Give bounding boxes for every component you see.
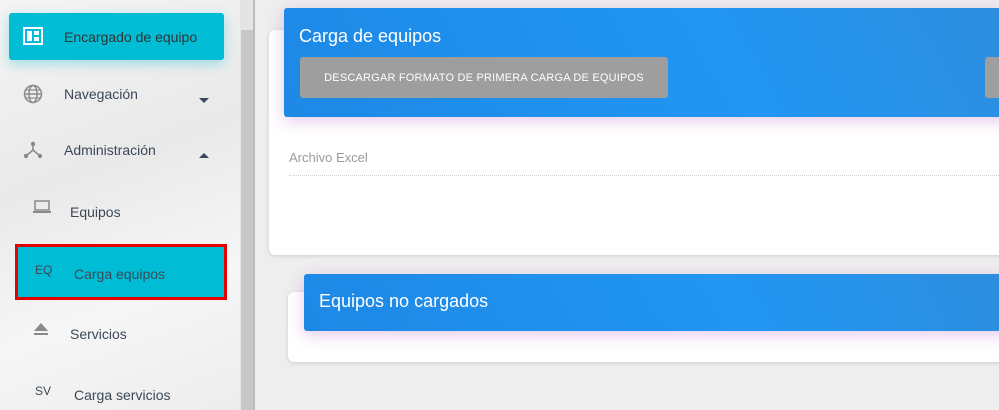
main-content: Carga de equipos DESCARGAR FORMATO DE PR… [255,0,999,410]
eject-icon [33,322,49,339]
sidebar-item-encargado-de-equipo[interactable]: Encargado de equipo [9,13,224,60]
sidebar-item-navegacion[interactable]: Navegación [9,70,224,118]
sidebar-subitem-label: Equipos [70,204,121,220]
sidebar: Encargado de equipo Navegación Administr… [0,0,255,410]
sidebar-subitem-equipos[interactable]: Equipos [33,190,243,234]
hierarchy-icon [23,140,43,163]
upload-card-header: Carga de equipos DESCARGAR FORMATO DE PR… [284,8,999,117]
sidebar-subitem-mini: EQ [35,263,53,277]
sidebar-item-label: Navegación [64,86,138,102]
file-input-label: Archivo Excel [289,150,368,165]
laptop-icon [33,200,51,217]
sidebar-scrollbar[interactable] [241,30,253,410]
results-card-title: Equipos no cargados [319,291,489,311]
sidebar-subitem-label: Carga equipos [74,266,166,282]
sidebar-subitem-carga-equipos[interactable]: EQ Carga equipos [15,244,227,300]
file-input[interactable] [289,175,999,176]
globe-icon [23,84,43,107]
caret-up-icon[interactable] [199,146,209,162]
sidebar-subitem-label: Servicios [70,326,127,342]
sidebar-subitem-mini: SV [35,384,52,398]
sidebar-item-label: Administración [64,142,156,158]
results-card-header: Equipos no cargados [304,274,999,331]
caret-down-icon[interactable] [199,91,209,107]
sidebar-subitem-label: Carga servicios [74,387,171,403]
upload-card-title: Carga de equipos [299,26,442,46]
download-format-button[interactable]: DESCARGAR FORMATO DE PRIMERA CARGA DE EQ… [300,57,668,98]
secondary-action-button[interactable] [985,57,999,98]
sidebar-item-label: Encargado de equipo [64,29,198,45]
sidebar-subitem-carga-servicios[interactable]: SV Carga servicios [33,372,243,410]
sidebar-item-administracion[interactable]: Administración [9,126,224,174]
sidebar-subitem-servicios[interactable]: Servicios [33,312,243,356]
dashboard-icon [23,27,43,48]
